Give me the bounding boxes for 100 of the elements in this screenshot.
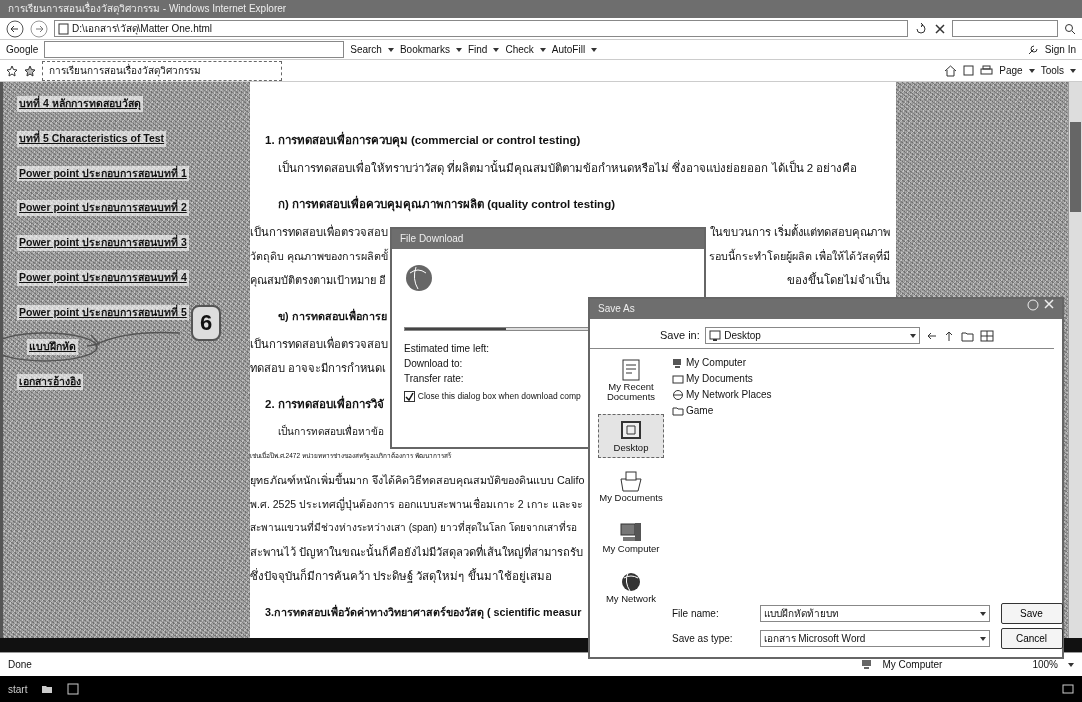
globe-icon — [672, 389, 684, 401]
back-icon[interactable] — [6, 19, 24, 38]
start-button[interactable]: start — [8, 681, 28, 697]
caret-icon[interactable] — [539, 47, 546, 52]
caret-icon[interactable] — [387, 47, 394, 52]
star-icon[interactable] — [6, 64, 18, 77]
place-item[interactable]: My Recent Documents — [598, 353, 664, 408]
home-icon[interactable] — [944, 64, 958, 77]
sidebar-link[interactable]: เอกสารอ้างอิง — [17, 374, 83, 390]
toolbar-button[interactable]: Find — [467, 42, 488, 57]
dialog-button[interactable]: Cancel — [1000, 628, 1063, 649]
text-line: สะพานไว้ ปัญหาในขณะนั้นก็คือยังไม่มีวัสดุลวดที่เส้นใหญ่ที่สามารถรับ — [250, 543, 584, 561]
place-label: My Computer — [602, 543, 660, 555]
sidebar-link[interactable]: Power point ประกอบการสอนบทที่ 1 — [17, 165, 189, 182]
sidebar-link[interactable]: Power point ประกอบการสอนบทที่ 3 — [17, 235, 189, 251]
text-line: พ.ศ. 2525 ประเทศญี่ปุ่นต้องการ ออกแบบสะพานเชื่อมเกาะ 2 เกาะ และจะ — [250, 496, 583, 513]
callout-number: 6 — [191, 305, 221, 341]
printer-icon[interactable] — [980, 64, 994, 77]
browser-tab[interactable]: การเรียนการสอนเรื่องวัสดุวิศวกรรม — [42, 60, 282, 81]
search-icon[interactable] — [1064, 22, 1076, 35]
field-label: Save in: — [660, 328, 700, 344]
toolbar-button[interactable]: Search — [350, 42, 382, 57]
file-item[interactable]: Game — [672, 403, 1063, 419]
toolbar-button[interactable]: Check — [505, 42, 534, 57]
file-item[interactable]: My Computer — [672, 355, 1063, 371]
place-item[interactable]: My Computer — [598, 514, 664, 560]
place-item[interactable]: My Network — [598, 565, 664, 610]
sidebar-link[interactable]: บทที่ 5 Characteristics of Test — [17, 130, 167, 147]
file-name: My Network Places — [686, 388, 772, 402]
text-line: เป็นการทดสอบเพื่อให้ทราบว่าวัสดุ ที่ผลิตมานั้นมีคุณสมบัติตามข้อกำหนดหรือไม่ ซึ่งอาจแบ่งย่อยออก ได้เป็น 2 อย่างคือ — [278, 159, 858, 177]
text-line: ทดสอบ อาจจะมีการกำหนดเ — [250, 361, 387, 376]
tray-icon[interactable] — [1062, 683, 1074, 695]
check-icon — [405, 391, 414, 401]
zone-text: My Computer — [882, 658, 943, 672]
add-favorite-icon[interactable] — [24, 64, 36, 77]
forward-icon[interactable] — [30, 19, 48, 38]
toolbar-button[interactable]: AutoFill — [551, 42, 586, 57]
document-icon — [672, 373, 684, 385]
views-icon[interactable] — [980, 329, 995, 342]
sidebar-link[interactable]: Power point ประกอบการสอนบทที่ 2 — [17, 200, 189, 216]
dialog-title: File Download — [400, 232, 464, 246]
page-icon — [58, 22, 69, 35]
folder-icon[interactable] — [41, 684, 54, 694]
sidebar-link[interactable]: แบบฝึกหัด — [27, 339, 78, 355]
caret-icon[interactable] — [493, 47, 500, 52]
caret-icon[interactable] — [979, 636, 986, 641]
google-search-field[interactable] — [44, 41, 345, 58]
text-line: 2. การทดสอบเพื่อการวิจั — [265, 392, 384, 416]
scrollbar-thumb[interactable] — [1070, 122, 1081, 212]
toolbar-button[interactable]: Bookmarks — [399, 42, 450, 57]
text-line: คุณสมบัติตรงตามเป้าหมาย อี — [250, 273, 387, 289]
file-name-field[interactable]: แบบฝึกหัดท้ายบท — [759, 605, 990, 622]
field-label: Save as type: — [672, 632, 734, 646]
caret-icon[interactable] — [1028, 68, 1035, 73]
wrench-icon[interactable] — [1026, 43, 1039, 56]
computer-icon — [672, 357, 684, 369]
place-label: My Network — [605, 594, 657, 605]
place-item[interactable]: My Documents — [598, 464, 664, 509]
close-icon[interactable] — [934, 22, 947, 35]
help-icon[interactable] — [1026, 299, 1039, 311]
save-in-dropdown[interactable]: Desktop — [705, 327, 921, 344]
place-label: My Documents — [599, 493, 663, 504]
refresh-icon[interactable] — [914, 21, 929, 36]
checkbox[interactable] — [404, 390, 415, 402]
sidebar-link[interactable]: Power point ประกอบการสอนบทที่ 5 — [17, 304, 189, 321]
new-folder-icon[interactable] — [960, 329, 975, 342]
caret-icon[interactable] — [979, 611, 986, 616]
text-line: 1. การทดสอบเพื่อการควบคุม (commercial or control testing) — [265, 128, 581, 152]
command-button[interactable]: Page — [999, 63, 1023, 78]
caret-icon[interactable] — [910, 333, 917, 338]
window-icon[interactable] — [67, 683, 80, 695]
address-field[interactable]: D:\เอกสาร\วัสดุ\Matter One.html — [54, 20, 909, 37]
sidebar-link[interactable]: Power point ประกอบการสอนบทที่ 4 — [17, 269, 189, 286]
documents-icon — [618, 469, 644, 494]
file-name: My Documents — [686, 372, 753, 386]
search-field[interactable] — [952, 20, 1058, 37]
desktop-icon — [709, 329, 722, 342]
field-label: Download to: — [404, 357, 463, 371]
caret-icon[interactable] — [1070, 68, 1076, 73]
file-item[interactable]: My Documents — [672, 371, 1063, 387]
place-label: My Recent Documents — [605, 382, 657, 403]
globe-icon — [404, 263, 434, 293]
file-item[interactable]: My Network Places — [672, 387, 1063, 403]
text-line: 3.การทดสอบเพื่อวัดค่าทางวิทยาศาสตร์ของวัสดุ ( scientific measur — [265, 603, 582, 621]
field-value: แบบฝึกหัดท้ายบท — [763, 607, 840, 621]
vertical-scrollbar[interactable] — [1068, 82, 1082, 638]
place-label: Desktop — [613, 442, 649, 454]
sign-in-link[interactable]: Sign In — [1044, 42, 1076, 57]
field-value: เอกสาร Microsoft Word — [763, 632, 867, 646]
sidebar-link[interactable]: บทที่ 4 หลักการทดสอบวัสดุ — [17, 96, 143, 112]
place-item[interactable]: Desktop — [598, 413, 664, 459]
field-label: File name: — [672, 607, 720, 621]
caret-icon[interactable] — [455, 47, 462, 52]
zoom-control[interactable]: 100% — [1032, 657, 1058, 672]
command-button[interactable]: Tools — [1040, 63, 1064, 78]
dialog-button[interactable]: Save — [1000, 603, 1063, 624]
file-type-dropdown[interactable]: เอกสาร Microsoft Word — [759, 630, 990, 647]
feed-icon[interactable] — [963, 65, 975, 76]
caret-icon[interactable] — [1068, 662, 1074, 667]
caret-icon[interactable] — [591, 47, 598, 52]
